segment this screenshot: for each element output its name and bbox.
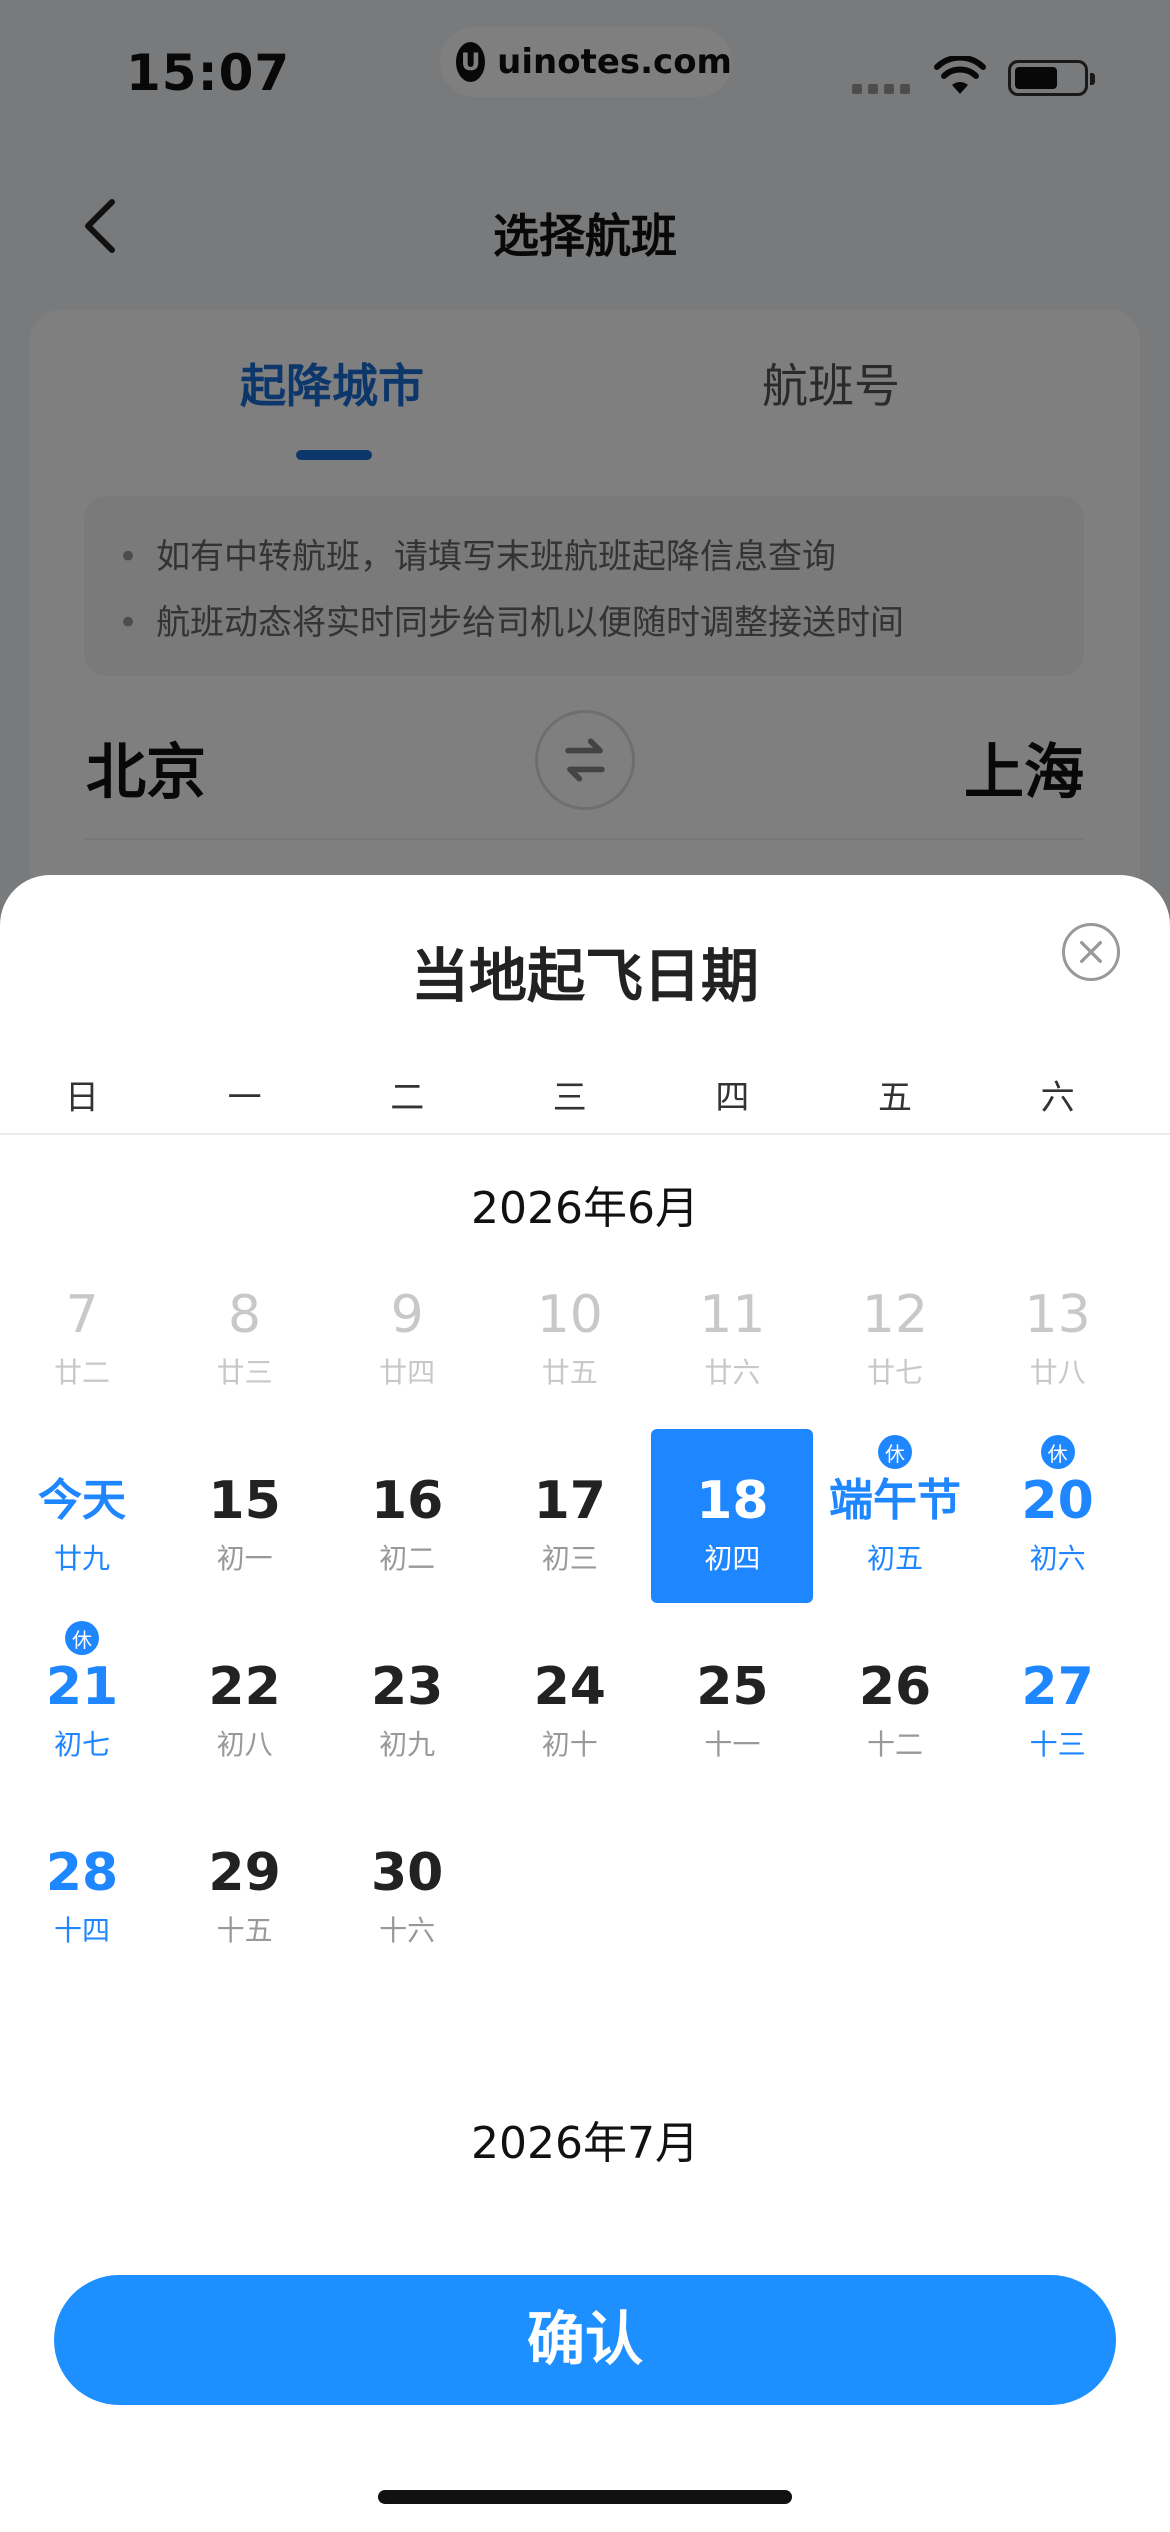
calendar-day[interactable]: 今天 廿九 xyxy=(1,1429,163,1603)
calendar-day: 9 廿四 xyxy=(326,1243,488,1417)
day-number: 16 xyxy=(371,1471,444,1531)
calendar-day[interactable]: 27 十三 xyxy=(977,1615,1139,1789)
day-lunar-date: 十一 xyxy=(704,1728,761,1761)
day-number: 27 xyxy=(1021,1657,1094,1717)
day-number: 28 xyxy=(45,1843,119,1903)
calendar-day[interactable]: 23 初九 xyxy=(326,1615,488,1789)
day-number: 10 xyxy=(536,1285,603,1345)
calendar-day: 7 廿二 xyxy=(1,1243,163,1417)
day-number: 26 xyxy=(858,1657,932,1717)
day-lunar-date: 初二 xyxy=(379,1542,436,1575)
calendar-day: 11 廿六 xyxy=(651,1243,813,1417)
day-number: 7 xyxy=(65,1285,99,1345)
calendar-day[interactable]: 24 初十 xyxy=(489,1615,651,1789)
day-lunar-date: 初十 xyxy=(541,1728,598,1761)
holiday-rest-badge: 休 xyxy=(65,1621,99,1655)
day-number: 12 xyxy=(861,1285,929,1345)
day-number: 今天 xyxy=(38,1475,126,1526)
calendar-day[interactable]: 25 十一 xyxy=(651,1615,813,1789)
day-number: 30 xyxy=(371,1843,444,1903)
weekday-label: 日 xyxy=(65,1078,99,1118)
date-picker-sheet: 当地起飞日期 日一二三四五六 2026年6月 7 廿二 8 廿三 9 廿四 10 廿五 11 廿六 1… xyxy=(0,875,1170,2532)
day-lunar-date: 初一 xyxy=(216,1542,273,1575)
calendar-day-selected[interactable]: 18 初四 xyxy=(651,1429,814,1603)
calendar-day: 10 廿五 xyxy=(489,1243,651,1417)
calendar-day: 8 廿三 xyxy=(164,1243,326,1417)
calendar-day[interactable]: 17 初三 xyxy=(489,1429,651,1603)
calendar-day: 13 廿八 xyxy=(977,1243,1139,1417)
calendar-day[interactable]: 休 20 初六 xyxy=(977,1429,1139,1603)
weekday-label: 一 xyxy=(227,1078,262,1118)
calendar-day: 12 廿七 xyxy=(814,1243,976,1417)
day-lunar-date: 初六 xyxy=(1029,1542,1086,1575)
day-lunar-date: 初八 xyxy=(216,1728,273,1761)
day-lunar-date: 廿四 xyxy=(379,1356,436,1389)
day-number: 15 xyxy=(208,1471,281,1531)
day-lunar-date: 十四 xyxy=(53,1914,110,1947)
day-number: 13 xyxy=(1024,1285,1091,1345)
day-number: 18 xyxy=(696,1471,769,1531)
close-icon xyxy=(1080,941,1102,963)
day-lunar-date: 廿三 xyxy=(216,1356,273,1389)
day-number: 9 xyxy=(390,1285,424,1345)
day-lunar-date: 廿九 xyxy=(53,1542,110,1575)
day-lunar-date: 初四 xyxy=(704,1542,761,1575)
weekday-label: 二 xyxy=(390,1078,425,1118)
day-lunar-date: 十三 xyxy=(1029,1728,1086,1761)
day-lunar-date: 十二 xyxy=(866,1728,923,1761)
home-indicator xyxy=(378,2490,792,2504)
calendar-day[interactable]: 休 21 初七 xyxy=(1,1615,163,1789)
day-number: 24 xyxy=(533,1657,606,1717)
day-number: 23 xyxy=(371,1657,444,1717)
month-title: 2026年6月 xyxy=(471,1183,699,1234)
weekday-label: 四 xyxy=(715,1078,750,1118)
close-button[interactable] xyxy=(1062,923,1120,981)
divider xyxy=(0,1133,1170,1135)
day-number: 25 xyxy=(696,1657,769,1717)
calendar-day[interactable]: 22 初八 xyxy=(164,1615,326,1789)
day-lunar-date: 十五 xyxy=(216,1914,273,1947)
day-lunar-date: 十六 xyxy=(379,1914,436,1947)
day-number: 8 xyxy=(228,1285,262,1345)
day-lunar-date: 廿七 xyxy=(866,1356,923,1389)
confirm-button[interactable]: 确认 xyxy=(54,2275,1116,2405)
calendar-day[interactable]: 28 十四 xyxy=(1,1801,163,1975)
calendar-day[interactable]: 30 十六 xyxy=(326,1801,488,1975)
day-lunar-date: 廿八 xyxy=(1029,1356,1086,1389)
day-number: 20 xyxy=(1021,1471,1094,1531)
weekday-label: 三 xyxy=(552,1078,587,1118)
weekday-label: 六 xyxy=(1040,1078,1075,1118)
calendar-day[interactable]: 26 十二 xyxy=(814,1615,976,1789)
month-title: 2026年7月 xyxy=(471,2118,699,2169)
day-number: 端午节 xyxy=(829,1475,961,1526)
calendar-day[interactable]: 休端午节 初五 xyxy=(814,1429,976,1603)
day-lunar-date: 廿五 xyxy=(541,1356,598,1389)
calendar-day[interactable]: 16 初二 xyxy=(326,1429,488,1603)
calendar-day[interactable]: 29 十五 xyxy=(164,1801,326,1975)
day-lunar-date: 廿二 xyxy=(53,1356,110,1389)
day-lunar-date: 初九 xyxy=(379,1728,436,1761)
day-lunar-date: 初三 xyxy=(541,1542,598,1575)
day-lunar-date: 廿六 xyxy=(704,1356,761,1389)
day-number: 22 xyxy=(208,1657,281,1717)
weekday-label: 五 xyxy=(878,1078,912,1118)
day-number: 11 xyxy=(699,1285,766,1345)
day-number: 29 xyxy=(208,1843,281,1903)
day-lunar-date: 初七 xyxy=(53,1728,110,1761)
day-lunar-date: 初五 xyxy=(866,1542,923,1575)
day-number: 21 xyxy=(45,1657,119,1717)
day-number: 17 xyxy=(533,1471,606,1531)
weekday-header: 日一二三四五六 xyxy=(0,1070,1170,1130)
holiday-rest-badge: 休 xyxy=(878,1435,912,1469)
calendar-day[interactable]: 15 初一 xyxy=(164,1429,326,1603)
holiday-rest-badge: 休 xyxy=(1040,1435,1075,1469)
sheet-title: 当地起飞日期 xyxy=(410,942,759,1010)
